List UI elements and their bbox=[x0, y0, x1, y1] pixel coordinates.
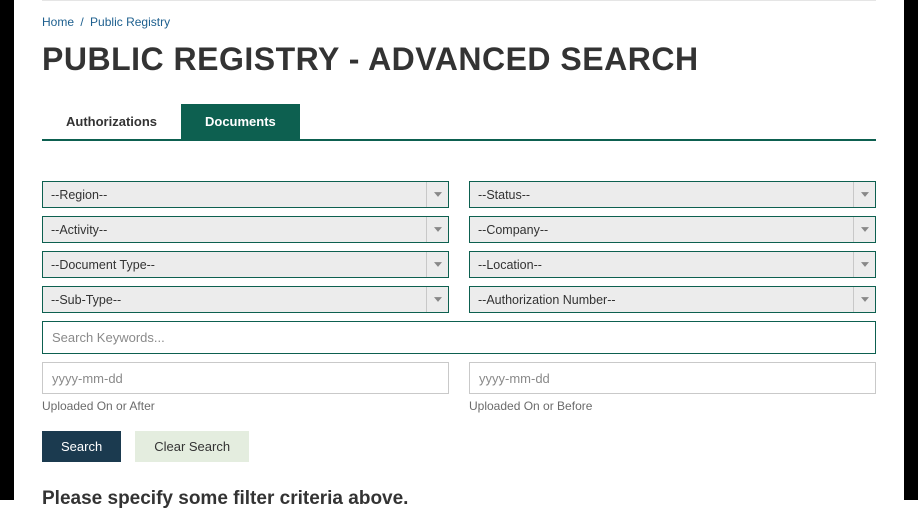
clear-search-button[interactable]: Clear Search bbox=[135, 431, 249, 462]
date-before-label: Uploaded On or Before bbox=[469, 399, 876, 413]
document-type-select[interactable]: --Document Type-- bbox=[42, 251, 449, 278]
date-after-label: Uploaded On or After bbox=[42, 399, 449, 413]
authorization-number-select-value: --Authorization Number-- bbox=[478, 293, 616, 307]
chevron-down-icon bbox=[426, 182, 448, 207]
breadcrumb-current[interactable]: Public Registry bbox=[90, 15, 170, 29]
authorization-number-select[interactable]: --Authorization Number-- bbox=[469, 286, 876, 313]
status-select[interactable]: --Status-- bbox=[469, 181, 876, 208]
search-form: --Region-- --Status-- --Activity-- bbox=[42, 181, 876, 510]
chevron-down-icon bbox=[853, 182, 875, 207]
location-select-value: --Location-- bbox=[478, 258, 542, 272]
date-after-input[interactable] bbox=[42, 362, 449, 394]
company-select-value: --Company-- bbox=[478, 223, 548, 237]
page-title: PUBLIC REGISTRY - ADVANCED SEARCH bbox=[42, 41, 876, 78]
location-select[interactable]: --Location-- bbox=[469, 251, 876, 278]
tab-authorizations[interactable]: Authorizations bbox=[42, 104, 181, 139]
activity-select-value: --Activity-- bbox=[51, 223, 107, 237]
chevron-down-icon bbox=[426, 287, 448, 312]
keywords-input[interactable] bbox=[42, 321, 876, 354]
breadcrumb-separator: / bbox=[80, 15, 83, 29]
region-select-value: --Region-- bbox=[51, 188, 107, 202]
tab-documents[interactable]: Documents bbox=[181, 104, 300, 139]
empty-criteria-message: Please specify some filter criteria abov… bbox=[42, 488, 876, 510]
chevron-down-icon bbox=[853, 287, 875, 312]
chevron-down-icon bbox=[426, 252, 448, 277]
sub-type-select[interactable]: --Sub-Type-- bbox=[42, 286, 449, 313]
status-select-value: --Status-- bbox=[478, 188, 530, 202]
date-before-input[interactable] bbox=[469, 362, 876, 394]
chevron-down-icon bbox=[853, 252, 875, 277]
breadcrumb: Home / Public Registry bbox=[42, 15, 876, 29]
document-type-select-value: --Document Type-- bbox=[51, 258, 155, 272]
activity-select[interactable]: --Activity-- bbox=[42, 216, 449, 243]
search-button[interactable]: Search bbox=[42, 431, 121, 462]
chevron-down-icon bbox=[426, 217, 448, 242]
tabs: Authorizations Documents bbox=[42, 104, 876, 141]
region-select[interactable]: --Region-- bbox=[42, 181, 449, 208]
sub-type-select-value: --Sub-Type-- bbox=[51, 293, 121, 307]
breadcrumb-home[interactable]: Home bbox=[42, 15, 74, 29]
company-select[interactable]: --Company-- bbox=[469, 216, 876, 243]
chevron-down-icon bbox=[853, 217, 875, 242]
